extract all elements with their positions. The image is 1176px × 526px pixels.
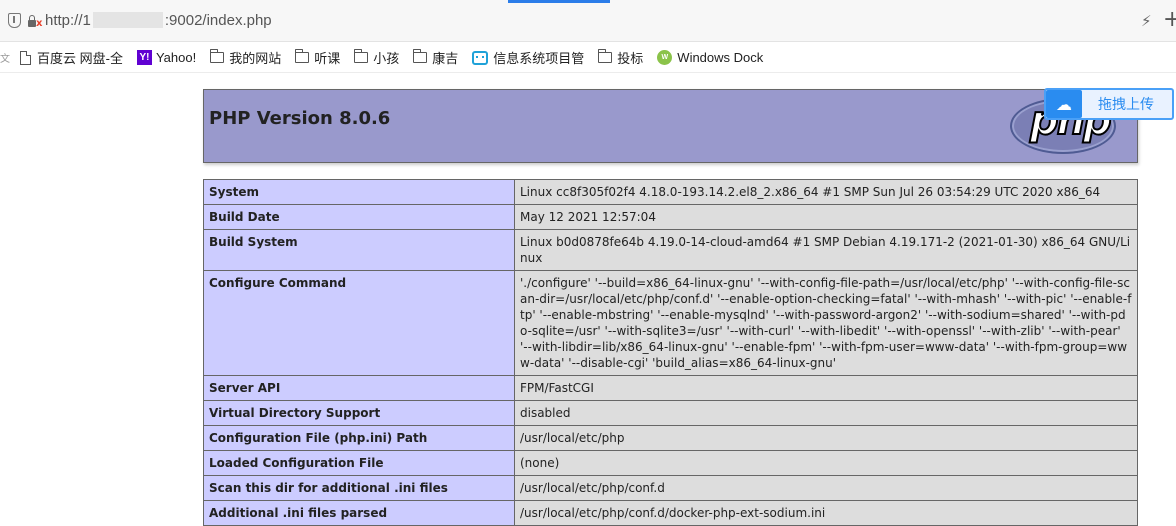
bookmark-folder-kangji[interactable]: 康吉 <box>413 48 458 67</box>
config-value: /usr/local/etc/php/conf.d <box>514 475 1138 501</box>
bookmark-label: 我的网站 <box>229 51 282 66</box>
config-value: './configure' '--build=x86_64-linux-gnu'… <box>514 270 1138 376</box>
table-row: Build System Linux b0d0878fe64b 4.19.0-14… <box>203 229 1138 271</box>
bookmark-label: 投标 <box>617 51 644 66</box>
config-key: Additional .ini files parsed <box>203 500 515 526</box>
url-field[interactable]: http://1 :9002/index.php <box>45 12 272 29</box>
config-key: System <box>203 179 515 205</box>
config-key: Virtual Directory Support <box>203 400 515 426</box>
lightning-icon[interactable]: ⚡ <box>1141 12 1152 30</box>
folder-icon <box>598 49 613 63</box>
bookmark-label: Yahoo! <box>155 50 197 65</box>
bookmark-item-info-systems[interactable]: 信息系统项目管 <box>472 48 584 67</box>
config-key: Configure Command <box>203 270 515 376</box>
config-key: Build Date <box>203 204 515 230</box>
bookmark-item-yahoo[interactable]: Y! Yahoo! <box>136 50 197 65</box>
shield-icon[interactable] <box>8 13 21 28</box>
upload-label: 拖拽上传 <box>1098 97 1154 113</box>
config-value: Linux b0d0878fe64b 4.19.0-14-cloud-amd64… <box>514 229 1138 271</box>
table-row: Additional .ini files parsed/usr/local/e… <box>203 500 1138 526</box>
bookmark-folder-kids[interactable]: 小孩 <box>354 48 399 67</box>
config-value: /usr/local/etc/php <box>514 425 1138 451</box>
config-value: FPM/FastCGI <box>514 375 1138 401</box>
folder-icon <box>413 49 428 63</box>
table-row: Loaded Configuration File (none) <box>203 450 1138 476</box>
bookmark-label: Windows Dock <box>677 50 764 65</box>
table-row: Configuration File (php.ini) Path/usr/lo… <box>203 425 1138 451</box>
bookmark-folder-bidding[interactable]: 投标 <box>598 48 643 67</box>
bookmark-label: 小孩 <box>373 51 400 66</box>
bookmark-label: 听课 <box>314 51 341 66</box>
bookmark-item-windows-dock[interactable]: W Windows Dock <box>657 50 763 65</box>
config-key: Scan this dir for additional .ini files <box>203 475 515 501</box>
bookmark-folder-my-site[interactable]: 我的网站 <box>210 48 281 67</box>
folder-icon <box>354 49 369 63</box>
bookmark-folder-lectures[interactable]: 听课 <box>295 48 340 67</box>
config-value: Linux cc8f305f02f4 4.18.0-193.14.2.el8_2… <box>514 179 1138 205</box>
active-tab-indicator <box>508 0 610 3</box>
bookmark-overflow-icon[interactable]: 文 <box>0 50 10 65</box>
bookmark-label: 康吉 <box>432 51 459 66</box>
cloud-upload-icon: ☁ <box>1046 90 1082 118</box>
php-version-header: PHP Version 8.0.6 php <box>203 89 1138 163</box>
table-row: Scan this dir for additional .ini files /… <box>203 475 1138 501</box>
config-value: (none) <box>514 450 1138 476</box>
config-value: disabled <box>514 400 1138 426</box>
url-prefix: http://1 <box>45 12 91 29</box>
table-row: System Linux cc8f305f02f4 4.18.0-193.14.2… <box>203 179 1138 205</box>
bilibili-icon <box>472 50 489 65</box>
folder-icon <box>210 49 225 63</box>
config-key: Build System <box>203 229 515 271</box>
config-key: Configuration File (php.ini) Path <box>203 425 515 451</box>
plus-icon[interactable]: + <box>1163 7 1176 32</box>
doc-icon <box>20 50 31 65</box>
url-suffix: :9002/index.php <box>164 12 272 29</box>
php-info-table: System Linux cc8f305f02f4 4.18.0-193.14.2… <box>203 179 1138 526</box>
config-key: Server API <box>203 375 515 401</box>
table-row: Server API FPM/FastCGI <box>203 375 1138 401</box>
config-value: May 12 2021 12:57:04 <box>514 204 1138 230</box>
page-title: PHP Version 8.0.6 <box>209 108 391 129</box>
insecure-lock-icon[interactable]: x <box>27 14 42 28</box>
bookmark-item-baiduyun[interactable]: 百度云 网盘-全 <box>20 48 123 67</box>
yahoo-icon: Y! <box>136 50 152 65</box>
table-row: Configure Command './configure' '--build=… <box>203 270 1138 376</box>
folder-icon <box>295 49 310 63</box>
table-row: Build Date May 12 2021 12:57:04 <box>203 204 1138 230</box>
windows-dock-icon: W <box>657 50 673 65</box>
bookmarks-bar: 文 百度云 网盘-全 Y! Yahoo! 我的网站 听课 小孩 康吉 信息系统项目… <box>0 43 1176 73</box>
config-value: /usr/local/etc/php/conf.d/docker-php-ext… <box>514 500 1138 526</box>
address-bar: x http://1 :9002/index.php ⚡ + <box>0 0 1176 42</box>
table-row: Virtual Directory Support disabled <box>203 400 1138 426</box>
bookmark-label: 信息系统项目管 <box>493 51 585 66</box>
bookmark-label: 百度云 网盘-全 <box>37 51 123 66</box>
redacted-host <box>92 12 163 28</box>
config-key: Loaded Configuration File <box>203 450 515 476</box>
drag-upload-button[interactable]: ☁ 拖拽上传 <box>1044 88 1174 120</box>
